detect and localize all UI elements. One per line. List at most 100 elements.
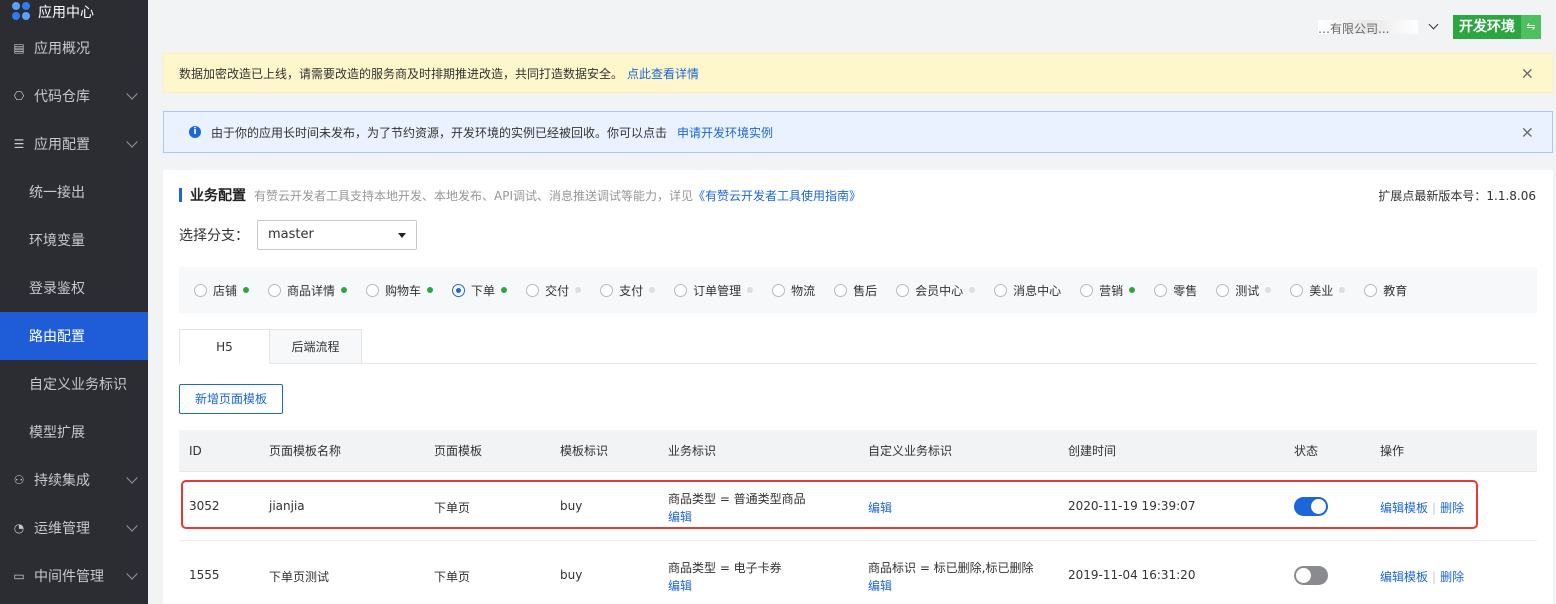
sidebar-item[interactable]: ⎔ 代码仓库	[0, 72, 148, 120]
template-table: ID 页面模板名称 页面模板 模板标识 业务标识 自定义业务标识 创建时间 状态…	[179, 430, 1537, 604]
edit-template-link[interactable]: 编辑模板	[1380, 570, 1428, 584]
table-header: ID 页面模板名称 页面模板 模板标识 业务标识 自定义业务标识 创建时间 状态…	[179, 430, 1537, 472]
radio-button[interactable]	[674, 283, 688, 297]
business-radio[interactable]: 支付	[600, 282, 656, 299]
status-dot	[427, 287, 434, 293]
sidebar-item[interactable]: ◔ 运维管理	[0, 504, 148, 552]
business-radio[interactable]: 教育	[1364, 282, 1407, 299]
business-radio[interactable]: 营销	[1080, 282, 1136, 299]
business-label: 交付	[545, 283, 570, 298]
business-label: 售后	[853, 283, 878, 298]
action-separator: |	[1432, 501, 1437, 515]
business-label: 测试	[1235, 283, 1260, 298]
user-account-name[interactable]: …有限公司...	[1318, 20, 1418, 34]
radio-button[interactable]	[600, 283, 614, 297]
notice-text: 数据加密改造已上线，请需要改造的服务商及时排期推进改造，共同打造数据安全。	[179, 66, 624, 81]
apply-env-instance-link[interactable]: 申请开发环境实例	[677, 124, 773, 141]
business-radio[interactable]: 售后	[834, 282, 877, 299]
tab-h5[interactable]: H5	[179, 329, 270, 364]
status-dot	[649, 287, 656, 293]
business-radio[interactable]: 店铺	[194, 282, 250, 299]
radio-button[interactable]	[1216, 283, 1230, 297]
business-radio-group: 店铺 商品详情 购物车 下单 交付 支付 订单管理 物流 售后 会员中心 消息中心 营销 零售 测试 美业 教…	[179, 267, 1537, 313]
business-radio[interactable]: 消息中心	[994, 282, 1061, 299]
sidebar-item[interactable]: 统一接出	[0, 168, 148, 216]
sidebar-item[interactable]: ⚇ 持续集成	[0, 456, 148, 504]
radio-button[interactable]	[1154, 283, 1168, 297]
add-page-template-button[interactable]: 新增页面模板	[179, 384, 283, 414]
dev-tool-guide-link[interactable]: 《有赞云开发者工具使用指南》	[693, 189, 861, 203]
env-label[interactable]: 开发环境	[1453, 15, 1521, 39]
cell-created: 2020-11-19 19:39:07	[1068, 499, 1196, 513]
business-label: 订单管理	[693, 283, 742, 298]
business-radio[interactable]: 美业	[1290, 282, 1346, 299]
sidebar-item[interactable]: 路由配置	[0, 312, 148, 360]
sidebar-item[interactable]: 模型扩展	[0, 408, 148, 456]
chevron-down-icon[interactable]	[1428, 19, 1439, 30]
business-label: 会员中心	[915, 283, 964, 298]
business-radio[interactable]: 零售	[1154, 282, 1197, 299]
biz-edit-link[interactable]: 编辑	[668, 577, 692, 594]
tab-backend-flow[interactable]: 后端流程	[270, 329, 362, 364]
close-icon[interactable]: ×	[1521, 123, 1534, 142]
business-radio[interactable]: 购物车	[366, 282, 434, 299]
sidebar-item-label: 中间件管理	[34, 569, 104, 585]
status-toggle[interactable]	[1294, 497, 1328, 516]
business-radio[interactable]: 会员中心	[896, 282, 976, 299]
code-repo-icon: ⎔	[13, 89, 25, 103]
switch-icon[interactable]: ⇋	[1521, 15, 1541, 39]
custom-biz-edit-link[interactable]: 编辑	[868, 499, 892, 516]
radio-button[interactable]	[366, 283, 380, 297]
notice-encryption: 数据加密改造已上线，请需要改造的服务商及时排期推进改造，共同打造数据安全。 点此…	[163, 53, 1553, 93]
business-label: 美业	[1309, 283, 1334, 298]
sidebar-item[interactable]: ☰ 应用配置	[0, 120, 148, 168]
gauge-icon: ◔	[13, 521, 25, 535]
cell-tag: buy	[560, 568, 583, 582]
close-icon[interactable]: ×	[1521, 64, 1534, 83]
cell-biz: 商品类型 = 电子卡券	[668, 561, 782, 575]
radio-button[interactable]	[994, 283, 1008, 297]
radio-button[interactable]	[1364, 283, 1378, 297]
business-label: 支付	[619, 283, 644, 298]
ci-icon: ⚇	[13, 473, 25, 487]
notice-detail-link[interactable]: 点此查看详情	[627, 65, 699, 82]
app-brand[interactable]: 应用中心	[0, 0, 148, 24]
cell-name: 下单页测试	[269, 570, 330, 584]
radio-button[interactable]	[772, 283, 786, 297]
sidebar-item[interactable]: ▤ 应用概况	[0, 24, 148, 72]
business-radio[interactable]: 订单管理	[674, 282, 754, 299]
sidebar-item[interactable]: 自定义业务标识	[0, 360, 148, 408]
env-switcher[interactable]: 开发环境 ⇋	[1453, 15, 1541, 39]
radio-button[interactable]	[1290, 283, 1304, 297]
status-toggle[interactable]	[1294, 566, 1328, 585]
delete-link[interactable]: 删除	[1440, 501, 1464, 515]
branch-select[interactable]: master	[257, 220, 417, 250]
custom-biz-edit-link[interactable]: 编辑	[868, 577, 892, 594]
sidebar-item[interactable]: ▭ 中间件管理	[0, 552, 148, 600]
edit-template-link[interactable]: 编辑模板	[1380, 501, 1428, 515]
radio-button[interactable]	[194, 283, 207, 297]
business-label: 下单	[471, 283, 496, 298]
business-radio[interactable]: 下单	[452, 282, 508, 299]
chevron-down-icon	[126, 136, 138, 148]
sidebar-item[interactable]: 登录鉴权	[0, 264, 148, 312]
radio-button[interactable]	[452, 283, 466, 297]
sidebar-item[interactable]: 环境变量	[0, 216, 148, 264]
radio-button[interactable]	[268, 283, 282, 297]
business-radio[interactable]: 交付	[526, 282, 582, 299]
radio-button[interactable]	[526, 283, 540, 297]
branch-label: 选择分支：	[179, 228, 249, 244]
business-radio[interactable]: 商品详情	[268, 282, 348, 299]
business-radio[interactable]: 测试	[1216, 282, 1272, 299]
sidebar-item-label: 持续集成	[34, 473, 90, 489]
cell-tag: buy	[560, 499, 583, 513]
biz-edit-link[interactable]: 编辑	[668, 508, 692, 525]
radio-button[interactable]	[896, 283, 910, 297]
radio-button[interactable]	[1080, 283, 1094, 297]
radio-button[interactable]	[834, 283, 848, 297]
business-radio[interactable]: 物流	[772, 282, 815, 299]
sidebar-item-label: 路由配置	[29, 329, 85, 345]
delete-link[interactable]: 删除	[1440, 570, 1464, 584]
app-center-logo-icon	[12, 2, 32, 22]
chevron-down-icon	[126, 568, 138, 580]
